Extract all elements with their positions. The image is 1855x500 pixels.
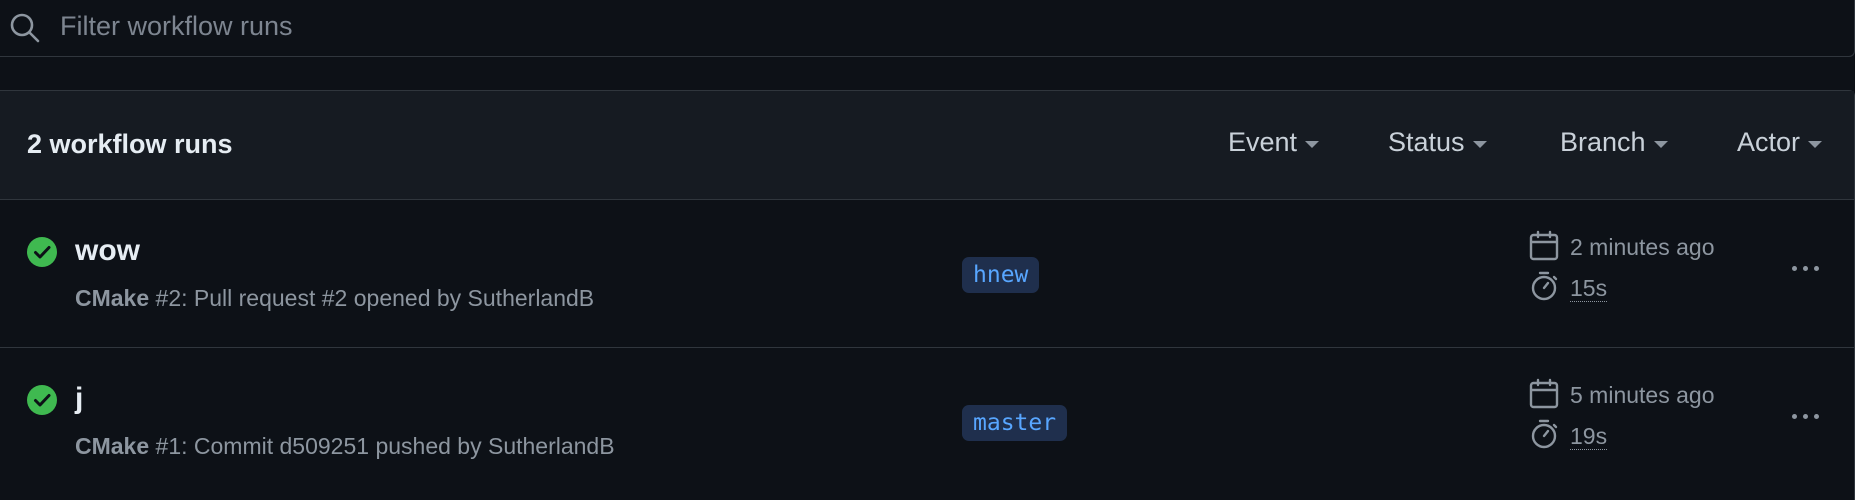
run-subtitle: CMake #1: Commit d509251 pushed by Suthe…	[75, 433, 615, 460]
run-title-link[interactable]: wow	[75, 234, 140, 268]
run-timestamp: 5 minutes ago	[1570, 382, 1715, 408]
branch-filter-label: Branch	[1560, 127, 1646, 157]
run-actions-menu-button[interactable]	[1780, 398, 1830, 434]
kebab-dot	[1813, 265, 1819, 271]
branch-tag[interactable]: hnew	[962, 257, 1040, 293]
runs-list-header: 2 workflow runs Event Status Branch Acto…	[0, 91, 1854, 200]
actor-filter-label: Actor	[1737, 127, 1801, 157]
check-circle-icon	[27, 385, 57, 415]
run-duration: 15s	[1570, 275, 1608, 302]
run-description: #2: Pull request #2 opened by Sutherland…	[149, 285, 595, 311]
run-subtitle: CMake #2: Pull request #2 opened by Suth…	[75, 285, 594, 312]
run-actions-menu-button[interactable]	[1780, 250, 1830, 286]
caret-down-icon	[1808, 141, 1823, 148]
kebab-dot	[1802, 413, 1808, 419]
run-timestamp: 2 minutes ago	[1570, 234, 1715, 260]
workflow-name: CMake	[75, 285, 150, 311]
kebab-dot	[1791, 413, 1797, 419]
workflow-run-row[interactable]: wow CMake #2: Pull request #2 opened by …	[0, 200, 1854, 348]
status-filter-label: Status	[1388, 127, 1465, 157]
caret-down-icon	[1653, 141, 1668, 148]
actor-filter-dropdown[interactable]: Actor	[1737, 127, 1823, 158]
workflow-name: CMake	[75, 433, 150, 459]
workflow-runs-list: 2 workflow runs Event Status Branch Acto…	[0, 90, 1855, 500]
run-description: #1: Commit d509251 pushed by SutherlandB	[149, 433, 615, 459]
kebab-dot	[1791, 265, 1797, 271]
caret-down-icon	[1305, 141, 1320, 148]
workflow-run-row[interactable]: j CMake #1: Commit d509251 pushed by Sut…	[0, 348, 1854, 496]
runs-count: 2 workflow runs	[27, 129, 233, 159]
stopwatch-icon	[1531, 419, 1558, 449]
run-title-link[interactable]: j	[75, 382, 83, 416]
branch-tag[interactable]: master	[962, 405, 1068, 441]
check-circle-icon	[27, 237, 57, 267]
stopwatch-icon	[1531, 271, 1558, 301]
branch-filter-dropdown[interactable]: Branch	[1560, 127, 1668, 158]
search-icon	[10, 13, 40, 43]
kebab-dot	[1813, 413, 1819, 419]
calendar-icon	[1529, 378, 1559, 409]
status-filter-dropdown[interactable]: Status	[1388, 127, 1487, 158]
event-filter-dropdown[interactable]: Event	[1228, 127, 1320, 158]
calendar-icon	[1529, 230, 1559, 261]
event-filter-label: Event	[1228, 127, 1298, 157]
filter-workflow-runs-input[interactable]	[58, 6, 1838, 46]
caret-down-icon	[1472, 141, 1487, 148]
run-duration: 19s	[1570, 423, 1608, 450]
kebab-dot	[1802, 265, 1808, 271]
filter-bar	[0, 0, 1855, 57]
